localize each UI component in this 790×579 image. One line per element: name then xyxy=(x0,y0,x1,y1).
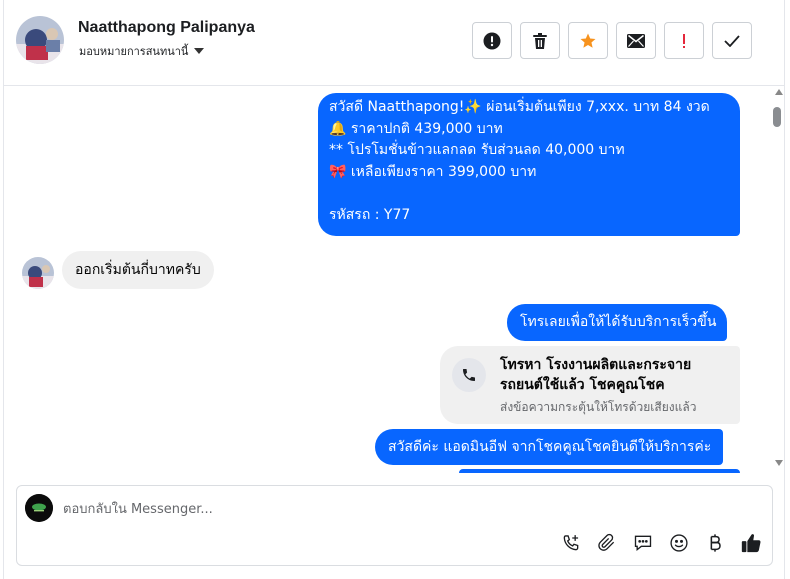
contact-avatar-small[interactable] xyxy=(22,257,54,289)
star-icon xyxy=(580,33,596,48)
exclamation-icon xyxy=(683,33,685,48)
reply-input[interactable] xyxy=(63,498,703,520)
star-button[interactable] xyxy=(568,22,608,59)
checkmark-icon xyxy=(724,34,740,47)
envelope-icon xyxy=(627,33,645,48)
follow-up-button[interactable] xyxy=(664,22,704,59)
message-line: 🎀 เหลือเพียงราคา 399,000 บาท xyxy=(329,163,537,180)
trash-icon xyxy=(533,32,547,49)
assign-conversation-dropdown[interactable]: มอบหมายการสนทนานี้ xyxy=(79,42,205,60)
outgoing-greeting[interactable]: สวัสดีค่ะ แอดมินอีฟ จากโชคคูณโชคยินดีให้… xyxy=(375,429,724,465)
reply-composer xyxy=(16,485,773,566)
message-line: รหัสรถ : Y77 xyxy=(329,206,411,223)
call-request-card[interactable]: โทรหา โรงงานผลิตและกระจาย รถยนต์ใช้แล้ว … xyxy=(440,346,740,424)
outgoing-message-partial[interactable] xyxy=(459,469,740,473)
message-line: 🔔 ราคาปกติ 439,000 บาท xyxy=(329,120,503,137)
scroll-up-arrow[interactable] xyxy=(775,89,783,95)
mark-unread-button[interactable] xyxy=(616,22,656,59)
attachment-icon[interactable] xyxy=(595,531,619,555)
conversation-header: Naatthapong Palipanya มอบหมายการสนทนานี้ xyxy=(4,0,785,86)
call-plus-icon[interactable] xyxy=(559,531,583,555)
call-card-title: โทรหา โรงงานผลิตและกระจาย รถยนต์ใช้แล้ว … xyxy=(500,355,691,395)
scrollbar-thumb[interactable] xyxy=(773,107,781,127)
mark-done-button[interactable] xyxy=(712,22,752,59)
report-spam-button[interactable] xyxy=(472,22,512,59)
alert-circle-icon xyxy=(483,32,501,49)
call-card-subtitle: ส่งข้อความกระตุ้นให้โทรด้วยเสียงแล้ว xyxy=(500,400,697,414)
outgoing-promo-message[interactable]: สวัสดี Naatthapong!✨ ผ่อนเริ่มต้นเพียง 7… xyxy=(318,93,740,236)
messenger-conversation-panel: Naatthapong Palipanya มอบหมายการสนทนานี้ xyxy=(3,0,785,579)
incoming-message[interactable]: ออกเริ่มต้นกี่บาทครับ xyxy=(62,251,214,289)
contact-name[interactable]: Naatthapong Palipanya xyxy=(78,19,255,37)
page-avatar xyxy=(25,494,53,522)
call-card-title-line: โทรหา โรงงานผลิตและกระจาย xyxy=(500,357,692,373)
thumbs-up-icon[interactable] xyxy=(739,531,763,555)
message-line: สวัสดี Naatthapong!✨ ผ่อนเริ่มต้นเพียง 7… xyxy=(329,99,710,115)
assign-conversation-label: มอบหมายการสนทนานี้ xyxy=(79,45,189,58)
delete-button[interactable] xyxy=(520,22,560,59)
message-line xyxy=(329,183,728,205)
call-card-title-line: รถยนต์ใช้แล้ว โชคคูณโชค xyxy=(500,377,665,393)
baht-icon[interactable] xyxy=(703,531,727,555)
scroll-down-arrow[interactable] xyxy=(775,460,783,466)
saved-reply-icon[interactable] xyxy=(631,531,655,555)
contact-avatar[interactable] xyxy=(16,16,64,64)
message-line: ** โปรโมชั่นข้าวแลกลด รับส่วนลด 40,000 บ… xyxy=(329,142,625,158)
emoji-icon[interactable] xyxy=(667,531,691,555)
outgoing-call-prompt[interactable]: โทรเลยเพื่อให้ได้รับบริการเร็วขึ้น xyxy=(507,304,728,341)
message-list[interactable]: สวัสดี Naatthapong!✨ ผ่อนเริ่มต้นเพียง 7… xyxy=(4,87,785,473)
chevron-down-icon xyxy=(194,48,205,54)
phone-icon xyxy=(452,358,486,392)
